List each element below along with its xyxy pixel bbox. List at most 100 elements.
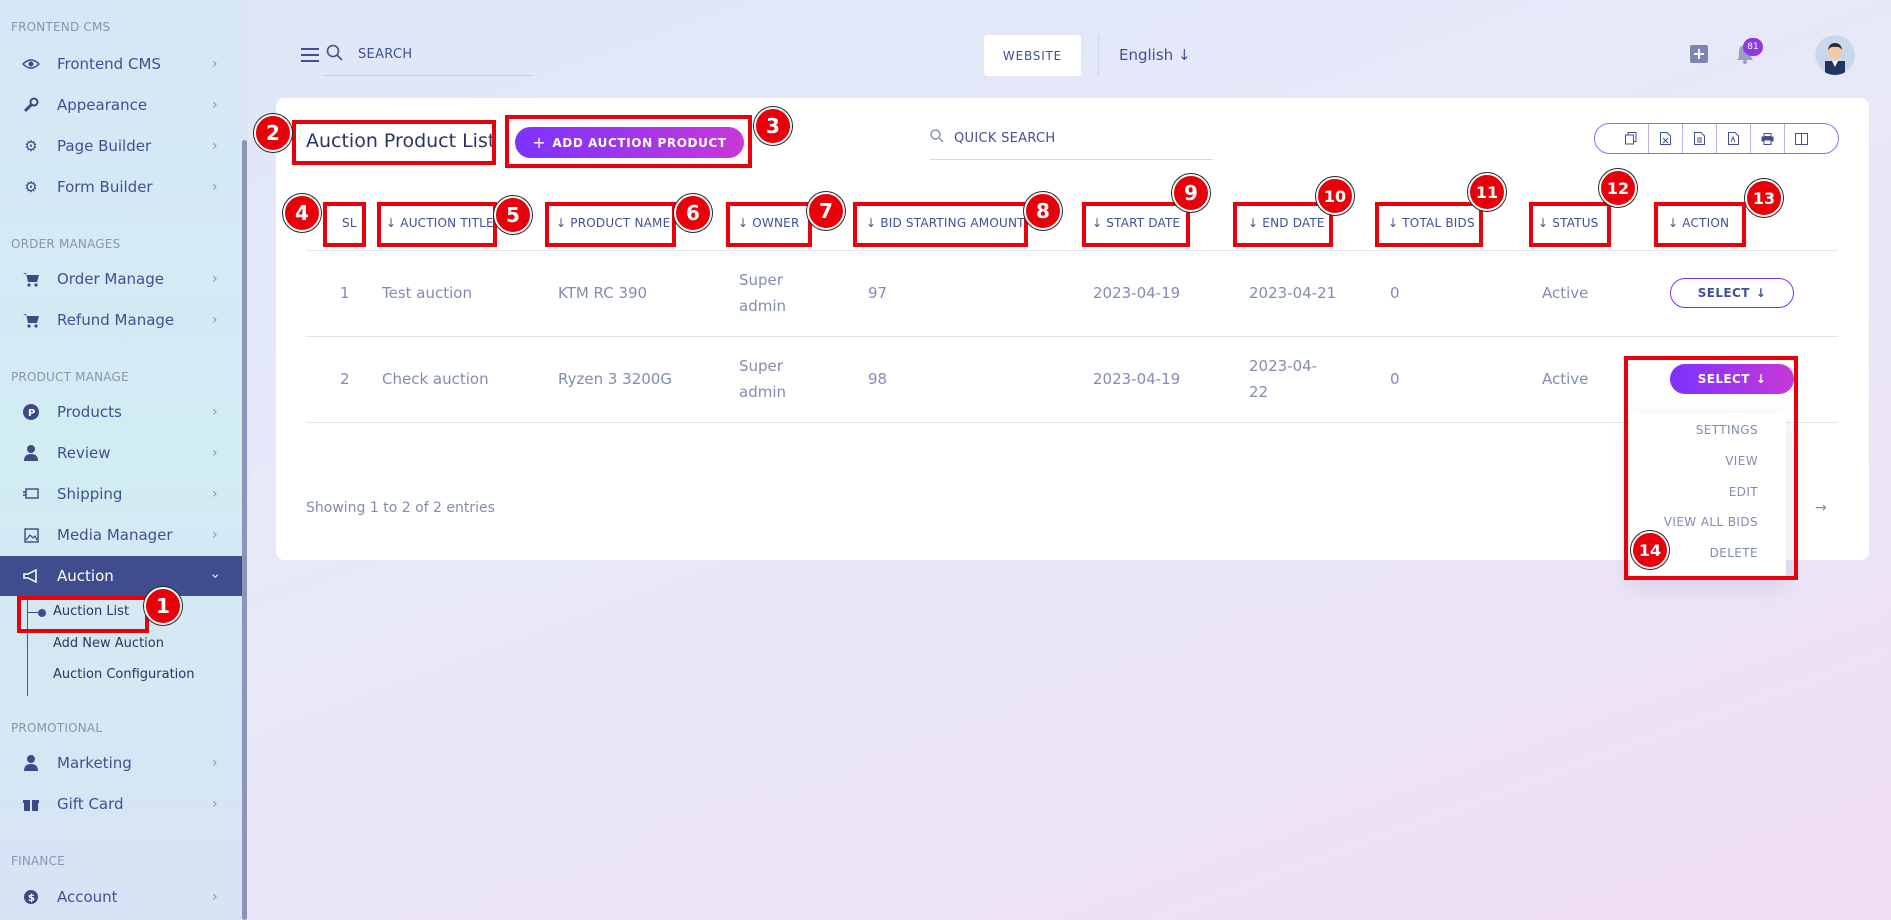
annotation-badge: 5 <box>494 196 532 234</box>
annotation-badge: 3 <box>754 107 792 145</box>
cart-icon <box>22 311 40 329</box>
sidebar-subitem-auction-configuration[interactable]: Auction Configuration <box>53 667 194 682</box>
csv-icon[interactable] <box>1683 124 1717 153</box>
sidebar-item-label: Review <box>57 444 111 462</box>
chevron-right-icon: › <box>212 56 218 72</box>
sidebar-item-label: Frontend CMS <box>57 55 161 73</box>
sidebar-section-title: FRONTEND CMS <box>11 20 111 34</box>
cell-bid: 98 <box>868 370 888 388</box>
sidebar-item-label: Account <box>57 888 118 906</box>
sidebar-section-title: PROMOTIONAL <box>11 721 103 735</box>
sidebar-subitem-add-new-auction[interactable]: Add New Auction <box>53 636 164 651</box>
sidebar-item-appearance[interactable]: Appearance › <box>0 85 242 125</box>
chevron-right-icon: › <box>212 445 218 461</box>
annotation-badge: 7 <box>807 192 845 230</box>
annotation-badge: 9 <box>1172 174 1210 212</box>
language-select[interactable]: English ↓ <box>1119 46 1191 64</box>
divider <box>1098 35 1099 76</box>
chevron-right-icon: › <box>212 404 218 420</box>
arrow-down-icon: ↓ <box>1755 286 1767 300</box>
annotation-badge: 12 <box>1599 169 1637 207</box>
next-page-icon[interactable]: → <box>1815 500 1827 516</box>
sidebar-item-label: Products <box>57 403 122 421</box>
quick-search-input[interactable]: QUICK SEARCH <box>930 128 1213 160</box>
eye-icon <box>22 55 40 73</box>
sidebar-item-order-manage[interactable]: Order Manage › <box>0 259 242 299</box>
chevron-right-icon: › <box>212 527 218 543</box>
sidebar-item-marketing[interactable]: Marketing › <box>0 743 242 783</box>
sidebar-item-products[interactable]: P Products › <box>0 392 242 432</box>
sidebar-item-label: Media Manager <box>57 526 173 544</box>
sidebar-item-frontend-cms[interactable]: Frontend CMS › <box>0 44 242 84</box>
notification-badge: 81 <box>1743 38 1763 56</box>
annotation-badge: 2 <box>254 114 292 152</box>
annotation-badge: 6 <box>674 194 712 232</box>
avatar[interactable] <box>1813 33 1857 77</box>
sidebar-item-label: Gift Card <box>57 795 124 813</box>
cell-owner-line2: admin <box>739 297 786 315</box>
sidebar-item-refund-manage[interactable]: Refund Manage › <box>0 300 242 340</box>
chevron-right-icon: › <box>212 271 218 287</box>
gift-icon <box>22 795 40 813</box>
select-action-button[interactable]: SELECT ↓ <box>1670 278 1794 308</box>
copy-icon[interactable] <box>1615 124 1649 153</box>
columns-icon[interactable] <box>1785 124 1819 153</box>
sidebar-scrollbar-thumb[interactable] <box>242 140 247 920</box>
annotation-badge: 14 <box>1631 531 1669 569</box>
website-button[interactable]: WEBSITE <box>984 35 1081 76</box>
svg-text:P: P <box>28 408 35 419</box>
shipping-icon <box>22 485 40 503</box>
sidebar-item-shipping[interactable]: Shipping › <box>0 474 242 514</box>
search-input[interactable]: SEARCH <box>324 44 532 76</box>
account-icon: $ <box>22 888 40 906</box>
row-divider <box>306 336 1838 337</box>
chevron-right-icon: › <box>212 755 218 771</box>
sidebar-item-media-manager[interactable]: Media Manager › <box>0 515 242 555</box>
annotation-box <box>726 202 812 247</box>
sidebar-item-account[interactable]: $ Account › <box>0 877 242 917</box>
cell-status: Active <box>1542 370 1589 388</box>
language-label: English <box>1119 46 1174 64</box>
gears-icon: ⚙ <box>24 178 38 196</box>
search-icon <box>326 44 343 61</box>
cell-owner-line1: Super <box>739 357 783 375</box>
sidebar-item-review[interactable]: Review › <box>0 433 242 473</box>
cell-owner-line1: Super <box>739 271 783 289</box>
cell-status: Active <box>1542 284 1589 302</box>
annotation-badge: 13 <box>1745 179 1783 217</box>
annotation-badge: 8 <box>1024 192 1062 230</box>
sidebar-item-auction[interactable]: Auction › <box>0 556 242 596</box>
chevron-right-icon: › <box>212 486 218 502</box>
annotation-box <box>505 115 752 168</box>
sidebar-item-page-builder[interactable]: ⚙ Page Builder › <box>0 126 242 166</box>
cell-total-bids: 0 <box>1390 370 1400 388</box>
image-icon <box>22 526 40 544</box>
search-icon <box>930 129 944 143</box>
cell-start-date: 2023-04-19 <box>1093 370 1181 388</box>
print-icon[interactable] <box>1751 124 1785 153</box>
pdf-icon[interactable] <box>1717 124 1751 153</box>
excel-icon[interactable] <box>1649 124 1683 153</box>
cell-title: Test auction <box>382 284 472 302</box>
annotation-box <box>292 120 496 165</box>
pagination-info: Showing 1 to 2 of 2 entries <box>306 500 495 516</box>
sidebar-item-form-builder[interactable]: ⚙ Form Builder › <box>0 167 242 207</box>
annotation-box <box>1654 202 1746 247</box>
sidebar-item-label: Refund Manage <box>57 311 175 329</box>
annotation-box <box>323 202 366 247</box>
sidebar-item-gift-card[interactable]: Gift Card › <box>0 784 242 824</box>
sidebar-section-title: ORDER MANAGES <box>11 237 121 251</box>
chevron-right-icon: › <box>212 889 218 905</box>
add-icon[interactable]: + <box>1690 45 1708 63</box>
chevron-right-icon: › <box>212 97 218 113</box>
sidebar-section-title: PRODUCT MANAGE <box>11 370 129 384</box>
annotation-box <box>17 596 149 633</box>
arrow-down-icon: ↓ <box>1177 46 1191 64</box>
export-toolbar <box>1594 123 1839 154</box>
chevron-right-icon: › <box>212 138 218 154</box>
menu-toggle-icon[interactable] <box>301 48 319 62</box>
select-label: SELECT <box>1697 286 1750 300</box>
row-divider <box>306 422 1838 423</box>
header-divider <box>306 250 1838 251</box>
annotation-box <box>1375 202 1483 247</box>
